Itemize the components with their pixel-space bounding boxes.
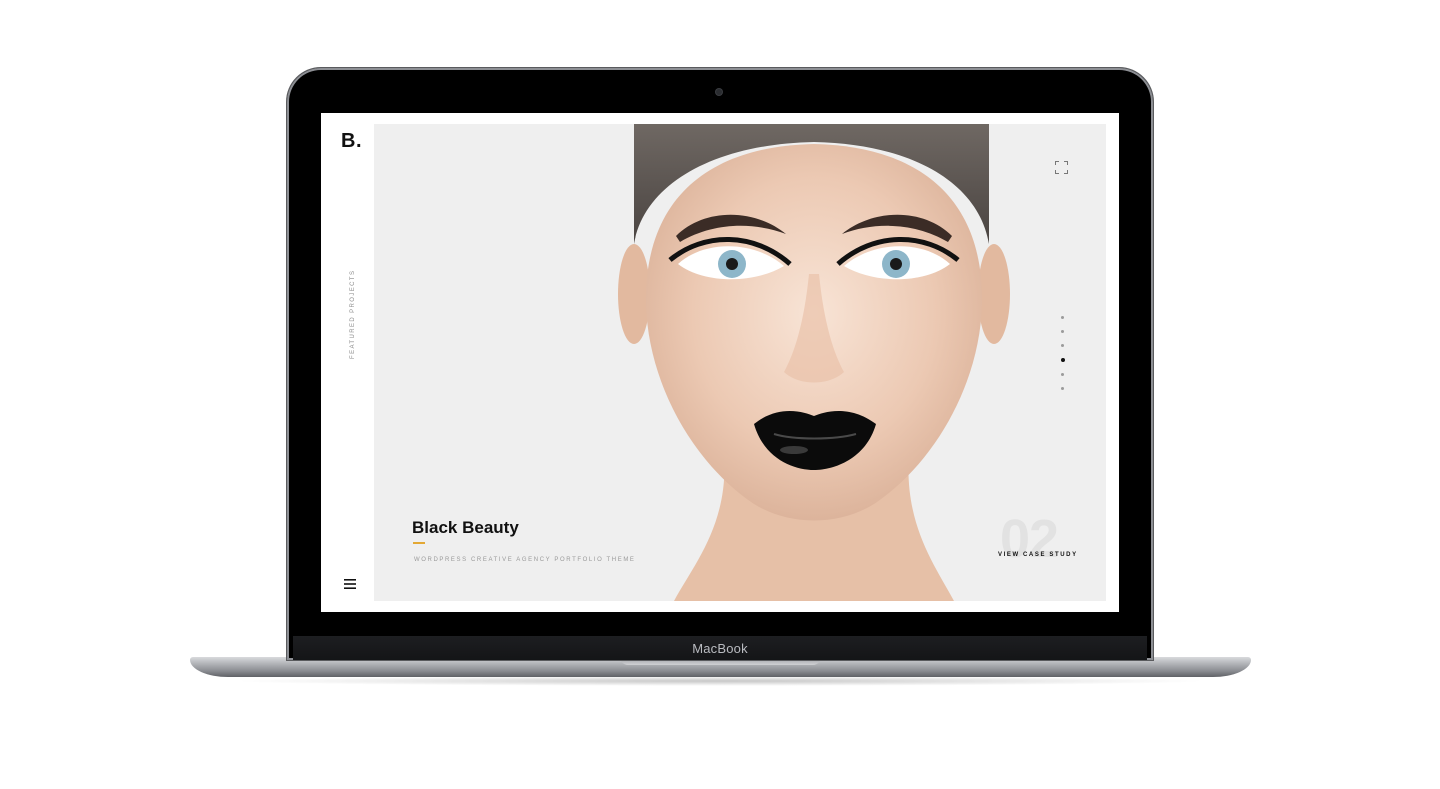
hamburger-menu-icon[interactable] xyxy=(344,579,356,589)
laptop-shadow xyxy=(230,676,1210,686)
featured-project-slide: 02 View Case Study Black Beauty Wordpres… xyxy=(374,124,1106,601)
pagination-dot[interactable] xyxy=(1061,344,1064,347)
project-title: Black Beauty xyxy=(412,518,519,537)
title-accent-line xyxy=(413,542,425,544)
fullscreen-icon[interactable] xyxy=(1055,161,1068,174)
laptop-chin: MacBook xyxy=(293,636,1147,660)
pagination-dot[interactable] xyxy=(1061,330,1064,333)
model-portrait-image xyxy=(618,124,1010,601)
website-screen: B. Featured Projects xyxy=(321,113,1119,612)
site-logo[interactable]: B. xyxy=(341,130,362,153)
view-case-study-link[interactable]: View Case Study xyxy=(998,552,1078,558)
pagination-dot[interactable] xyxy=(1061,316,1064,319)
webcam-icon xyxy=(716,89,722,95)
slide-pagination xyxy=(1060,316,1066,401)
pagination-dot[interactable] xyxy=(1061,387,1064,390)
pagination-dot[interactable] xyxy=(1061,373,1064,376)
featured-projects-label: Featured Projects xyxy=(350,269,356,359)
pagination-dot-active[interactable] xyxy=(1060,358,1065,362)
laptop-base xyxy=(190,657,1251,677)
device-brand-label: MacBook xyxy=(692,640,748,656)
project-subtitle: Wordpress Creative Agency Portfolio Them… xyxy=(414,557,636,563)
